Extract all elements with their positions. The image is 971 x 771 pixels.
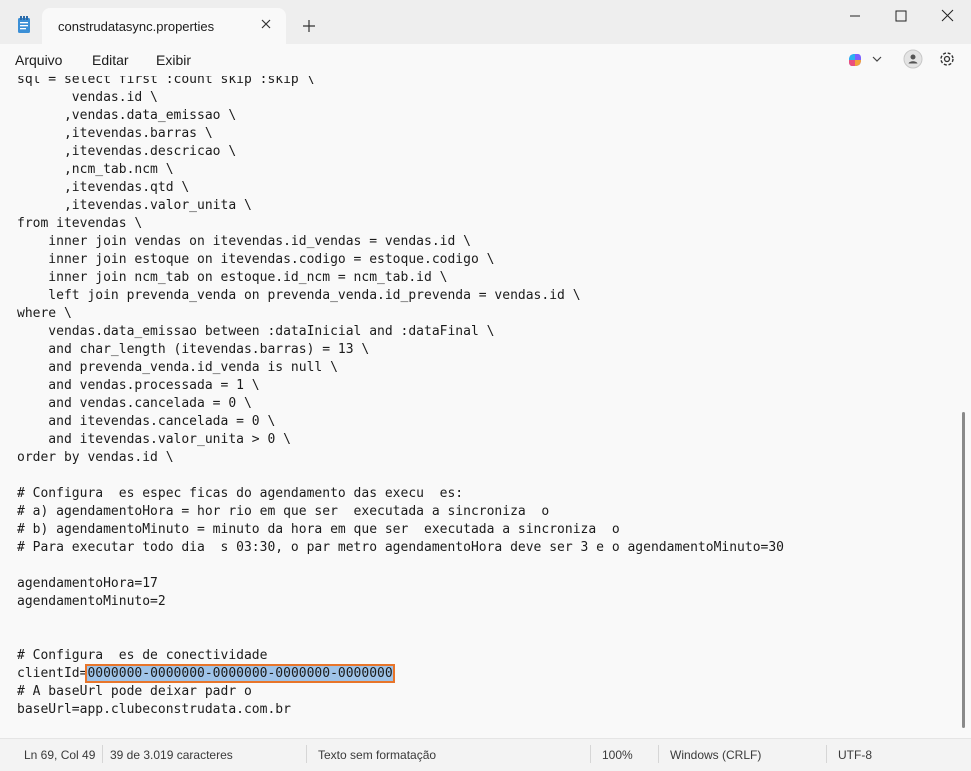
code-line: inner join ncm_tab on estoque.id_ncm = n… <box>17 270 448 285</box>
close-window-icon[interactable] <box>925 0 971 32</box>
code-line: baseUrl=app.clubeconstrudata.com.br <box>17 702 291 717</box>
code-line: order by vendas.id \ <box>17 450 174 465</box>
editor-content[interactable]: sql = select first :count skip :skip \ v… <box>17 76 784 719</box>
code-line: agendamentoHora=17 <box>17 576 158 591</box>
code-line: and vendas.cancelada = 0 \ <box>17 396 252 411</box>
settings-gear-icon[interactable] <box>937 49 957 69</box>
code-line: sql = select first :count skip :skip \ <box>17 76 315 87</box>
code-line: vendas.id \ <box>17 90 158 105</box>
code-line: ,itevendas.valor_unita \ <box>17 198 252 213</box>
code-line: # b) agendamentoMinuto = minuto da hora … <box>17 522 620 537</box>
tab-file[interactable]: construdatasync.properties <box>42 8 286 44</box>
chevron-down-icon[interactable] <box>872 55 882 63</box>
code-line: # A baseUrl pode deixar padr o <box>17 684 252 699</box>
separator <box>590 745 591 763</box>
new-tab-plus-icon[interactable] <box>300 17 318 35</box>
vertical-scrollbar[interactable] <box>962 412 965 728</box>
code-line: and prevenda_venda.id_venda is null \ <box>17 360 338 375</box>
menu-bar: Arquivo Editar Exibir <box>0 44 971 76</box>
code-line: # Para executar todo dia s 03:30, o par … <box>17 540 785 555</box>
client-id-key: clientId= <box>17 666 88 681</box>
separator <box>102 745 103 763</box>
code-line: agendamentoMinuto=2 <box>17 594 166 609</box>
code-line: where \ <box>17 306 72 321</box>
separator <box>826 745 827 763</box>
code-line: and char_length (itevendas.barras) = 13 … <box>17 342 370 357</box>
code-line: and vendas.processada = 1 \ <box>17 378 260 393</box>
encoding[interactable]: UTF-8 <box>838 748 872 762</box>
code-line: ,itevendas.descricao \ <box>17 144 237 159</box>
code-line: # Configura es de conectividade <box>17 648 268 663</box>
text-editor[interactable]: sql = select first :count skip :skip \ v… <box>0 76 971 738</box>
code-line: ,ncm_tab.ncm \ <box>17 162 174 177</box>
code-line: and itevendas.cancelada = 0 \ <box>17 414 276 429</box>
menu-exibir[interactable]: Exibir <box>156 52 191 68</box>
code-line: inner join estoque on itevendas.codigo =… <box>17 252 495 267</box>
code-line: and itevendas.valor_unita > 0 \ <box>17 432 291 447</box>
code-line: ,vendas.data_emissao \ <box>17 108 237 123</box>
code-line: inner join vendas on itevendas.id_vendas… <box>17 234 471 249</box>
minimize-icon[interactable] <box>832 0 878 32</box>
cursor-position: Ln 69, Col 49 <box>24 748 96 762</box>
menu-editar[interactable]: Editar <box>92 52 129 68</box>
copilot-icon[interactable] <box>846 51 864 69</box>
client-id-line: clientId=0000000-0000000-0000000-0000000… <box>17 664 784 683</box>
maximize-icon[interactable] <box>878 0 924 32</box>
code-line: from itevendas \ <box>17 216 143 231</box>
zoom-level[interactable]: 100% <box>602 748 633 762</box>
account-icon[interactable] <box>903 49 923 69</box>
code-line: ,itevendas.qtd \ <box>17 180 190 195</box>
code-line: vendas.data_emissao between :dataInicial… <box>17 324 495 339</box>
code-line: left join prevenda_venda on prevenda_ven… <box>17 288 581 303</box>
close-tab-icon[interactable] <box>258 16 274 32</box>
title-bar: construdatasync.properties <box>0 0 971 44</box>
line-ending[interactable]: Windows (CRLF) <box>670 748 761 762</box>
selected-client-id-value[interactable]: 0000000-0000000-0000000-0000000-0000000 <box>85 664 395 683</box>
notepad-icon <box>18 16 30 33</box>
text-format[interactable]: Texto sem formatação <box>318 748 436 762</box>
menu-arquivo[interactable]: Arquivo <box>15 52 62 68</box>
code-line: ,itevendas.barras \ <box>17 126 213 141</box>
separator <box>306 745 307 763</box>
status-bar: Ln 69, Col 49 39 de 3.019 caracteres Tex… <box>0 738 971 771</box>
separator <box>658 745 659 763</box>
tab-title: construdatasync.properties <box>58 19 215 34</box>
code-line: # a) agendamentoHora = hor rio em que se… <box>17 504 550 519</box>
code-line: # Configura es espec ficas do agendament… <box>17 486 464 501</box>
selection-count: 39 de 3.019 caracteres <box>110 748 233 762</box>
